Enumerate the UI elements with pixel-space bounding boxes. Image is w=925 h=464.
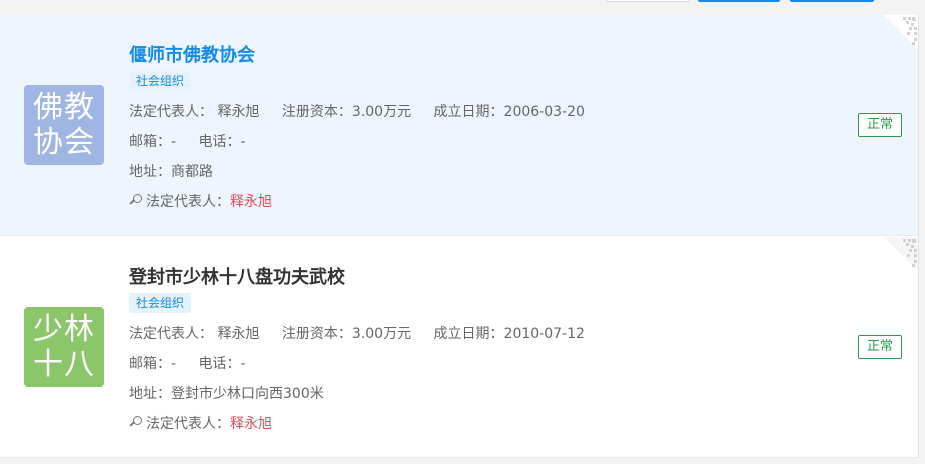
address-label: 地址：: [129, 386, 171, 402]
logo-line-2: 协会: [33, 125, 95, 160]
address-label: 地址：: [129, 164, 171, 180]
founded-value: 2010-07-12: [503, 326, 585, 342]
capital-label: 注册资本：: [281, 104, 352, 120]
toolbar-button-outline[interactable]: [607, 0, 689, 2]
founded-value: 2006-03-20: [503, 104, 585, 120]
status-badge: 正常: [858, 113, 902, 137]
capital-label: 注册资本：: [281, 326, 352, 342]
logo-line-2: 十八: [33, 347, 95, 382]
email-value: -: [171, 134, 177, 150]
company-name-link[interactable]: 偃师市佛教协会: [129, 41, 255, 67]
search-result-list: 佛教 协会 偃师市佛教协会 社会组织 法定代表人： 释永旭 注册资本：3.00万…: [0, 15, 919, 458]
org-type-tag: 社会组织: [129, 293, 192, 313]
phone-label: 电话：: [198, 134, 241, 150]
address-value: 商都路: [171, 164, 213, 180]
address-row: 地址：登封市少林口向西300米: [129, 383, 324, 403]
qr-code-icon[interactable]: [884, 237, 918, 271]
legal-rep-value[interactable]: 释永旭: [217, 104, 259, 120]
match-label: 法定代表人：: [146, 416, 230, 432]
capital-value: 3.00万元: [351, 104, 412, 120]
legal-rep-label: 法定代表人：: [129, 326, 213, 342]
company-logo[interactable]: 少林 十八: [24, 307, 104, 387]
top-toolbar: [0, 0, 925, 15]
contact-row: 邮箱：- 电话：-: [129, 353, 246, 373]
qr-code-icon[interactable]: [884, 15, 918, 49]
phone-label: 电话：: [198, 356, 241, 372]
founded-label: 成立日期：: [433, 326, 504, 342]
legal-rep-value[interactable]: 释永旭: [217, 326, 259, 342]
match-reason-row: 法定代表人：释永旭: [129, 191, 272, 211]
org-type-tag: 社会组织: [129, 71, 192, 91]
match-value: 释永旭: [230, 194, 272, 210]
email-label: 邮箱：: [129, 356, 171, 372]
company-name-link[interactable]: 登封市少林十八盘功夫武校: [129, 263, 345, 289]
email-value: -: [171, 356, 177, 372]
status-badge: 正常: [858, 335, 902, 359]
founded-label: 成立日期：: [433, 104, 504, 120]
contact-row: 邮箱：- 电话：-: [129, 131, 246, 151]
company-logo[interactable]: 佛教 协会: [24, 85, 104, 165]
phone-value: -: [240, 356, 246, 372]
phone-value: -: [240, 134, 246, 150]
toolbar-button-primary-2[interactable]: [790, 0, 874, 2]
match-value: 释永旭: [230, 416, 272, 432]
legal-rep-label: 法定代表人：: [129, 104, 213, 120]
result-card: 佛教 协会 偃师市佛教协会 社会组织 法定代表人： 释永旭 注册资本：3.00万…: [0, 15, 918, 236]
search-icon: [129, 194, 143, 208]
logo-line-1: 少林: [33, 312, 95, 347]
match-reason-row: 法定代表人：释永旭: [129, 413, 272, 433]
capital-value: 3.00万元: [351, 326, 412, 342]
basic-info-row: 法定代表人： 释永旭 注册资本：3.00万元 成立日期：2010-07-12: [129, 323, 585, 343]
logo-line-1: 佛教: [33, 90, 95, 125]
basic-info-row: 法定代表人： 释永旭 注册资本：3.00万元 成立日期：2006-03-20: [129, 101, 585, 121]
address-row: 地址：商都路: [129, 161, 213, 181]
search-icon: [129, 416, 143, 430]
email-label: 邮箱：: [129, 134, 171, 150]
toolbar-button-primary-1[interactable]: [698, 0, 780, 2]
result-card: 少林 十八 登封市少林十八盘功夫武校 社会组织 法定代表人： 释永旭 注册资本：…: [0, 237, 918, 458]
match-label: 法定代表人：: [146, 194, 230, 210]
address-value: 登封市少林口向西300米: [171, 386, 324, 402]
